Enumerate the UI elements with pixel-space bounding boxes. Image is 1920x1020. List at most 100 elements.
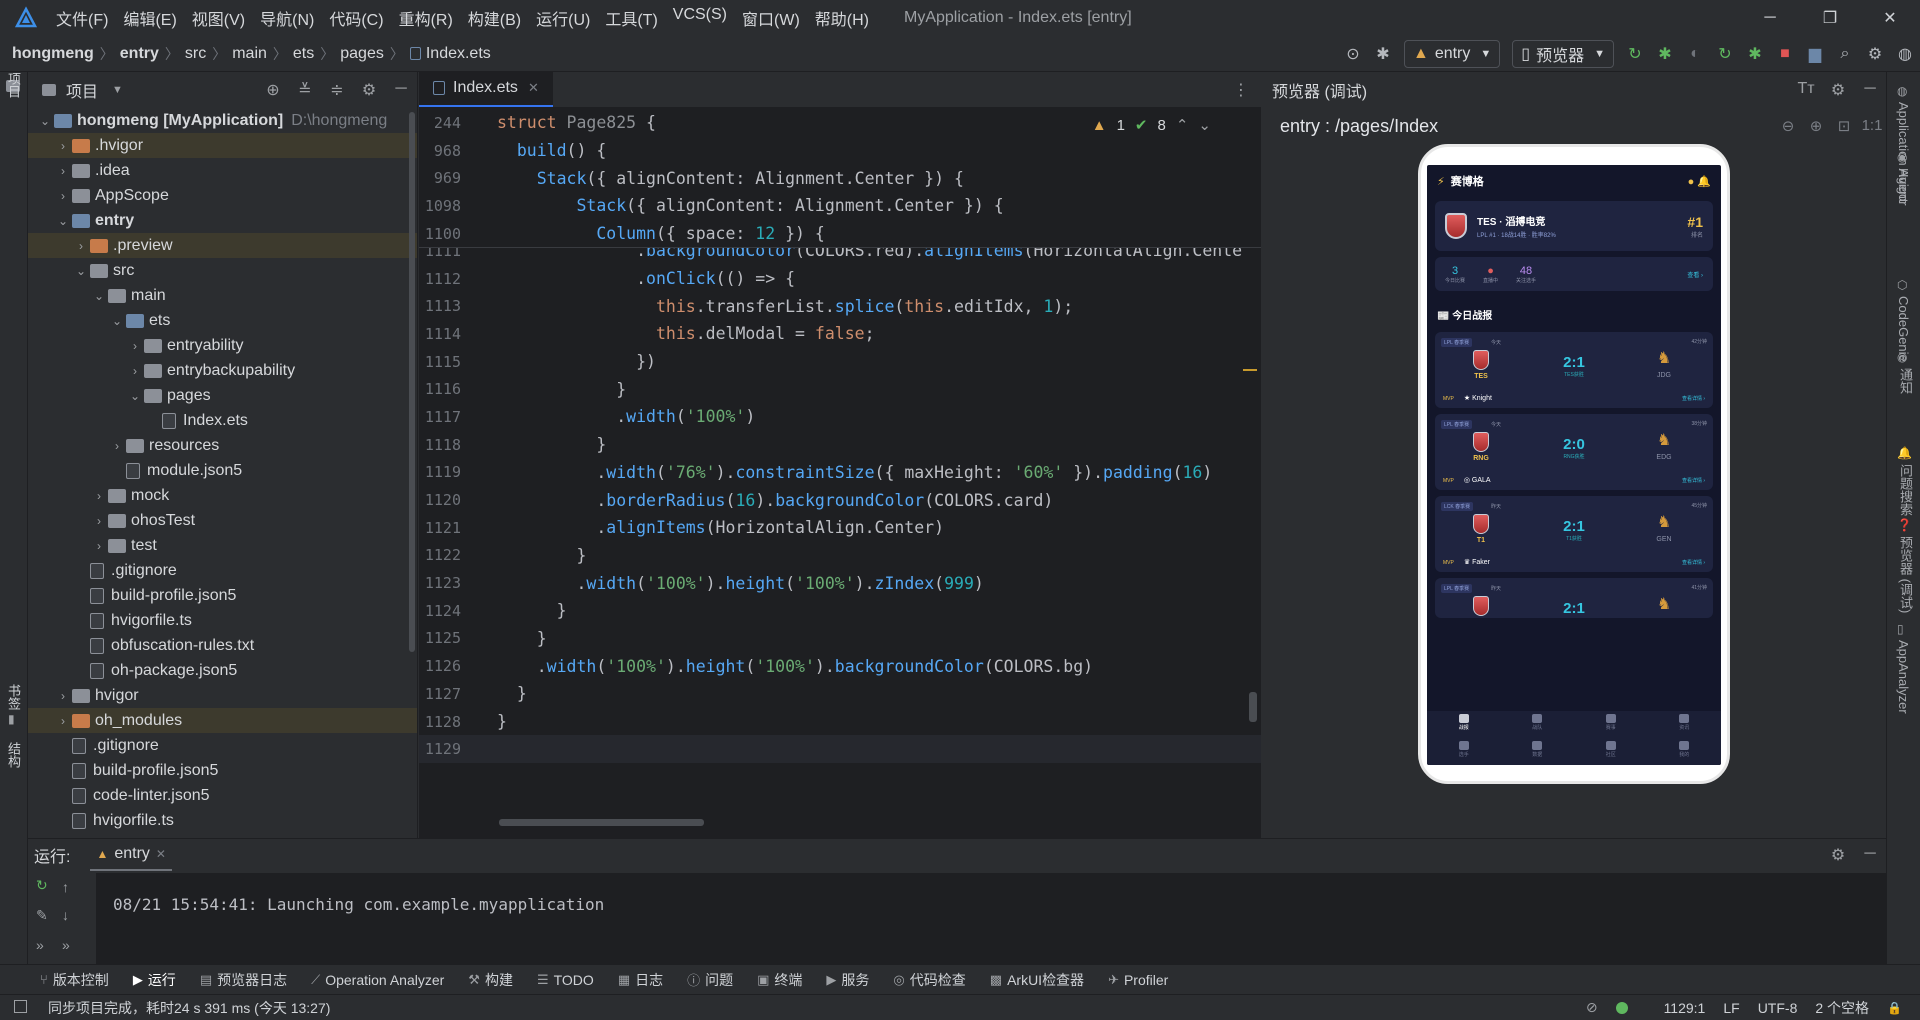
tool-window-button[interactable]: ▩ ArkUI检查器 (990, 970, 1084, 990)
chevron-right-icon[interactable]: › (90, 489, 108, 503)
menu-item[interactable]: 文件(F) (56, 6, 108, 30)
chevron-down-icon[interactable]: ⌄ (54, 214, 72, 228)
caret-position[interactable]: 1129:1 (1664, 1000, 1706, 1016)
chevron-down-icon[interactable]: ⌄ (72, 264, 90, 278)
run-tab-entry[interactable]: ▲ entry ✕ (90, 839, 172, 871)
tree-item[interactable]: hvigorfile.ts (28, 608, 417, 633)
match-card[interactable]: LCK 春季赛 昨天 45分钟 T1 2:1 T1获胜 ♞ GEN MVP ♛ Faker 查看详情… (1435, 496, 1713, 572)
collapse-all-icon[interactable]: ≚ (289, 80, 321, 100)
menu-item[interactable]: 窗口(W) (742, 6, 800, 30)
tool-window-button[interactable]: ▶ 服务 (826, 970, 869, 990)
code-line[interactable]: 1117 .width('100%') (419, 403, 1261, 431)
locate-icon[interactable]: ⊕ (257, 80, 289, 100)
match-details-link[interactable]: 查看详情 › (1682, 559, 1705, 566)
tree-item[interactable]: .gitignore (28, 733, 417, 758)
settings-gear-icon[interactable]: ⚙ (1822, 80, 1854, 100)
code-line[interactable]: 1118 } (419, 431, 1261, 459)
tree-item[interactable]: › resources (28, 433, 417, 458)
tree-item[interactable]: build-profile.json5 (28, 758, 417, 783)
structure-label[interactable]: 结构 (4, 742, 23, 768)
settings-gear-icon[interactable]: ⚙ (353, 80, 385, 100)
tool-window-icon[interactable]: ◉ (1897, 150, 1907, 164)
match-card[interactable]: LPL 春季赛 昨天 41分钟 2:1 ♞ (1435, 578, 1713, 618)
match-details-link[interactable]: 查看详情 › (1682, 395, 1705, 402)
tool-window-button[interactable]: ▦ 日志 (618, 970, 663, 990)
tool-window-button[interactable]: ▤ 预览器日志 (200, 970, 287, 990)
settings-gear-icon[interactable]: ⚙ (1860, 39, 1890, 69)
horizontal-scrollbar[interactable] (499, 819, 704, 826)
tool-window-button[interactable]: ◎ 代码检查 (893, 970, 965, 990)
line-separator[interactable]: LF (1723, 1000, 1739, 1016)
profile-icon[interactable]: ✱ (1740, 39, 1770, 69)
code-line[interactable]: 1128} (419, 708, 1261, 736)
tool-window-icon[interactable]: ⬡ (1897, 278, 1907, 292)
more-actions-icon[interactable]: » (36, 937, 44, 953)
chevron-right-icon[interactable]: › (54, 139, 72, 153)
code-line[interactable]: 1122 } (419, 542, 1261, 570)
code-line[interactable]: 969 Stack({ alignContent: Alignment.Cent… (419, 164, 1261, 192)
breadcrumb-item[interactable]: entry (120, 45, 159, 63)
bottom-tab-item[interactable]: 资讯 (1648, 711, 1722, 738)
panel-toggle-icon[interactable] (14, 1000, 27, 1013)
tree-item[interactable]: › mock (28, 483, 417, 508)
code-line[interactable]: 1127 } (419, 680, 1261, 708)
next-highlight-icon[interactable]: ⌄ (1198, 116, 1211, 134)
lock-icon[interactable]: 🔒 (1887, 1001, 1902, 1015)
tree-item[interactable]: module.json5 (28, 458, 417, 483)
tool-window-icon[interactable]: ◎ (1897, 350, 1907, 364)
header-actions[interactable]: ● 🔔 (1688, 175, 1711, 188)
run-console[interactable]: ↻ ↑ ↓ ✎ » » 08/21 15:54:41: Launching co… (28, 873, 1886, 965)
code-line[interactable]: 1123 .width('100%').height('100%').zInde… (419, 569, 1261, 597)
bottom-tab-item[interactable]: 赛事 (1574, 711, 1648, 738)
chevron-down-icon[interactable]: ▼ (112, 84, 123, 96)
menu-item[interactable]: 代码(C) (329, 6, 383, 30)
code-line[interactable]: 1120 .borderRadius(16).backgroundColor(C… (419, 486, 1261, 514)
tool-window-label[interactable]: Hvigor (1896, 168, 1911, 206)
team-rank-card[interactable]: TES · 滔搏电竞 LPL #1 · 18战14胜 · 胜率82% #1 排名 (1435, 201, 1713, 251)
attach-debugger-icon[interactable]: ◐ (1680, 39, 1710, 69)
chevron-right-icon[interactable]: › (108, 439, 126, 453)
match-card[interactable]: LPL 春季赛 今天 42分钟 TES 2:1 TES获胜 ♞ JDG MVP ★ Knight 查… (1435, 332, 1713, 408)
debug-icon[interactable]: ✱ (1650, 39, 1680, 69)
font-size-icon[interactable]: Tт (1790, 80, 1822, 100)
tree-item[interactable]: build-profile.json5 (28, 583, 417, 608)
hide-panel-icon[interactable]: ─ (385, 80, 417, 100)
device-dropdown[interactable]: ▯ 预览器 ▼ (1512, 40, 1614, 68)
run-config-dropdown[interactable]: ▲ entry ▼ (1403, 40, 1501, 68)
account-icon[interactable]: ◍ (1890, 39, 1920, 69)
previous-highlight-icon[interactable]: ⌃ (1176, 116, 1189, 134)
tool-window-label[interactable]: 通知 (1896, 368, 1915, 394)
code-line[interactable]: 968 build() { (419, 137, 1261, 165)
close-window-button[interactable]: ✕ (1860, 0, 1920, 36)
chevron-right-icon[interactable]: › (54, 189, 72, 203)
tool-window-button[interactable]: ⑂ 版本控制 (40, 970, 109, 990)
bottom-tab-item[interactable]: 我的 (1648, 738, 1722, 765)
code-line[interactable]: 1098 Stack({ alignContent: Alignment.Cen… (419, 192, 1261, 220)
tree-item[interactable]: › entryability (28, 333, 417, 358)
stats-more-link[interactable]: 查看 › (1687, 270, 1703, 279)
menu-item[interactable]: 帮助(H) (815, 6, 869, 30)
chevron-right-icon[interactable]: › (54, 714, 72, 728)
scroll-up-icon[interactable]: ↑ (62, 879, 69, 895)
code-line[interactable]: 1114 this.delModal = false; (419, 320, 1261, 348)
match-details-link[interactable]: 查看详情 › (1682, 477, 1705, 484)
bottom-tab-item[interactable]: 战报 (1427, 711, 1501, 738)
bookmarks-label[interactable]: 书签 (4, 684, 23, 710)
code-line[interactable]: 1126 .width('100%').height('100%').backg… (419, 652, 1261, 680)
code-area[interactable]: 244 struct Page825 {968 build() {969 Stac… (419, 109, 1261, 838)
breadcrumb-item[interactable]: src (185, 45, 206, 63)
menu-item[interactable]: 导航(N) (260, 6, 314, 30)
tool-window-icon[interactable]: ◍ (1897, 84, 1907, 98)
menu-item[interactable]: 构建(B) (468, 6, 521, 30)
tool-window-icon[interactable]: 🔔 (1897, 446, 1912, 460)
tree-item[interactable]: › entrybackupability (28, 358, 417, 383)
tool-window-icon[interactable]: ▯ (1897, 622, 1904, 636)
tool-window-label[interactable]: 问题搜索 (1896, 464, 1915, 516)
inspection-widget[interactable]: ▲ 1 ✔ 8 ⌃ ⌄ (1092, 116, 1211, 135)
tree-item[interactable]: ⌄ hongmeng [MyApplication] D:\hongmeng (28, 108, 417, 133)
tree-item[interactable]: › oh_modules (28, 708, 417, 733)
breadcrumb-item[interactable]: hongmeng (12, 45, 94, 63)
project-tool-label[interactable]: 项目 (4, 72, 23, 98)
match-card[interactable]: LPL 春季赛 今天 38分钟 RNG 2:0 RNG获胜 ♞ EDG MVP ◎ GALA 查看详… (1435, 414, 1713, 490)
tree-item[interactable]: ⌄ src (28, 258, 417, 283)
